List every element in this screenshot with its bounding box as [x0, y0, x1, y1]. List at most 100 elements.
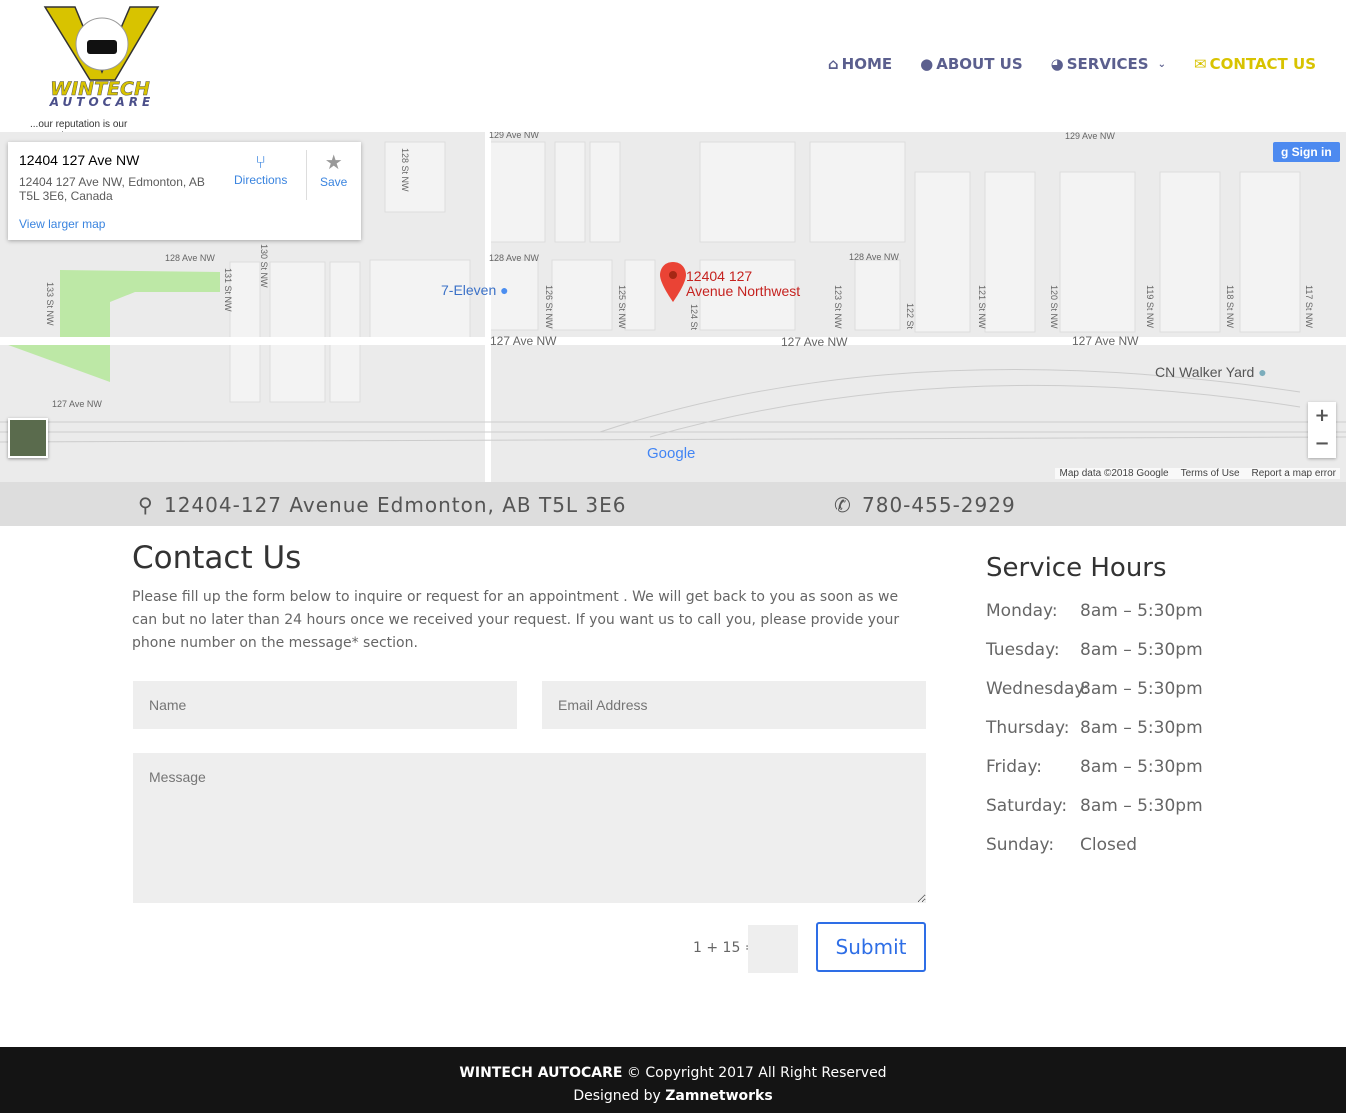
hours-day: Thursday: — [986, 718, 1070, 738]
contact-intro: Please fill up the form below to inquire… — [132, 589, 900, 651]
street-label: 128 Ave NW — [849, 252, 899, 262]
nav-home[interactable]: ⌂ HOME — [828, 55, 892, 73]
nav-label: ABOUT US — [936, 55, 1023, 73]
report-error-link[interactable]: Report a map error — [1252, 468, 1336, 479]
hours-day: Wednesday: — [986, 679, 1089, 699]
street-label-vertical: 131 St NW — [223, 268, 233, 312]
save-label: Save — [320, 175, 348, 189]
main-nav: ⌂ HOME ● ABOUT US ◕ SERVICES ⌄ ✉ CONTACT US — [828, 55, 1316, 73]
street-label: 127 Ave NW — [1072, 334, 1139, 348]
service-hours-title: Service Hours — [986, 553, 1167, 583]
directions-button[interactable]: ⑂ Directions — [234, 152, 287, 187]
zoom-in-button[interactable]: + — [1308, 402, 1336, 430]
designer-credit: Designed by Zamnetworks — [0, 1085, 1346, 1108]
street-label-vertical: 119 St NW — [1145, 285, 1155, 328]
street-label-vertical: 122 St — [905, 303, 915, 330]
street-label-vertical: 126 St NW — [544, 285, 554, 329]
hours-row: Wednesday: 8am – 5:30pm — [986, 679, 1286, 718]
designed-by-text: Designed by — [573, 1088, 666, 1104]
address-line: T5L 3E6, Canada — [19, 189, 113, 203]
logo[interactable]: WINTECH AUTOCARE ...our reputation is ou… — [30, 2, 175, 141]
captcha-input[interactable] — [748, 925, 798, 973]
designer-link[interactable]: Zamnetworks — [665, 1088, 772, 1104]
nav-about[interactable]: ● ABOUT US — [920, 55, 1023, 73]
contact-section: Contact Us Please fill up the form below… — [132, 540, 927, 973]
marker-label-line: Avenue Northwest — [686, 283, 801, 299]
copyright: WINTECH AUTOCARE © Copyright 2017 All Ri… — [0, 1062, 1346, 1085]
street-label-vertical: 128 St NW — [400, 148, 410, 192]
address-text: 12404-127 Avenue Edmonton, AB T5L 3E6 — [164, 493, 627, 517]
shopping-bag-icon: ● — [500, 282, 509, 298]
poi-label: CN Walker Yard — [1155, 364, 1255, 380]
nav-services[interactable]: ◕ SERVICES ⌄ — [1051, 55, 1166, 73]
place-title: 12404 127 Ave NW — [19, 152, 140, 168]
hours-day: Saturday: — [986, 796, 1068, 816]
directions-icon: ⑂ — [255, 152, 267, 172]
view-larger-map-link[interactable]: View larger map — [19, 217, 105, 231]
google-icon: g — [1281, 145, 1292, 159]
home-icon: ⌂ — [827, 55, 839, 73]
captcha-question: 1 + 15 = — [693, 940, 757, 956]
nav-label: HOME — [841, 55, 893, 73]
map-marker-icon[interactable] — [660, 262, 686, 306]
poi-cn-walker-yard[interactable]: CN Walker Yard ● — [1155, 364, 1267, 380]
footer-brand: WINTECH AUTOCARE — [459, 1065, 623, 1081]
place-pin-icon: ● — [1258, 364, 1267, 380]
marker-label: 12404 127 Avenue Northwest — [686, 269, 800, 299]
map-pin-icon: ⚲ — [138, 493, 154, 517]
site-footer: WINTECH AUTOCARE © Copyright 2017 All Ri… — [0, 1047, 1346, 1113]
hours-time: Closed — [1080, 835, 1138, 855]
users-icon: ● — [920, 55, 934, 73]
poi-label: 7-Eleven — [441, 282, 497, 298]
submit-button[interactable]: Submit — [816, 922, 926, 972]
street-label: 129 Ave NW — [1065, 132, 1115, 141]
site-header: WINTECH AUTOCARE ...our reputation is ou… — [0, 0, 1346, 141]
directions-label: Directions — [234, 173, 288, 187]
google-map[interactable]: 12404 127 Ave NW 12404 127 Ave NW, Edmon… — [0, 132, 1346, 482]
place-address: 12404 127 Ave NW, Edmonton, AB T5L 3E6, C… — [19, 175, 205, 203]
star-icon: ★ — [324, 152, 343, 174]
hours-row: Saturday: 8am – 5:30pm — [986, 796, 1286, 835]
nav-contact[interactable]: ✉ CONTACT US — [1194, 55, 1316, 73]
message-textarea[interactable] — [133, 753, 926, 903]
divider — [306, 150, 307, 200]
street-label: 127 Ave NW — [781, 335, 848, 349]
name-input[interactable] — [133, 681, 517, 729]
phone-text: 780-455-2929 — [862, 493, 1016, 517]
save-button[interactable]: ★ Save — [320, 150, 347, 189]
hours-row: Sunday: Closed — [986, 835, 1286, 874]
sign-in-label: Sign in — [1291, 145, 1332, 159]
sign-in-button[interactable]: g Sign in — [1273, 142, 1340, 162]
page-title: Contact Us — [132, 540, 302, 576]
svg-text:AUTOCARE: AUTOCARE — [49, 95, 154, 109]
place-card: 12404 127 Ave NW 12404 127 Ave NW, Edmon… — [8, 142, 361, 240]
hours-time: 8am – 5:30pm — [1080, 679, 1203, 699]
hours-row: Tuesday: 8am – 5:30pm — [986, 640, 1286, 679]
street-label-vertical: 133 St NW — [45, 282, 55, 326]
terms-link[interactable]: Terms of Use — [1181, 468, 1240, 479]
zoom-out-button[interactable]: − — [1308, 430, 1336, 458]
google-logo: Google — [647, 445, 696, 462]
poi-7-eleven[interactable]: 7-Eleven ● — [441, 282, 509, 298]
street-label-vertical: 120 St NW — [1049, 285, 1059, 329]
hours-day: Monday: — [986, 601, 1058, 621]
map-attribution: Map data ©2018 Google Terms of Use Repor… — [1055, 468, 1340, 479]
street-label-vertical: 118 St NW — [1225, 285, 1235, 328]
copyright-text: © Copyright 2017 All Right Reserved — [622, 1065, 887, 1081]
street-label-vertical: 124 St — [689, 304, 699, 331]
chevron-down-icon: ⌄ — [1157, 58, 1166, 70]
email-input[interactable] — [542, 681, 926, 729]
hours-row: Monday: 8am – 5:30pm — [986, 601, 1286, 640]
hours-time: 8am – 5:30pm — [1080, 757, 1203, 777]
service-hours: Service Hours Monday: 8am – 5:30pm Tuesday… — [986, 553, 1286, 874]
envelope-icon: ✉ — [1193, 55, 1207, 73]
satellite-toggle[interactable] — [8, 418, 48, 458]
attribution-text: Map data ©2018 Google — [1059, 468, 1169, 479]
street-label-vertical: 121 St NW — [977, 285, 987, 329]
street-label-vertical: 117 St NW — [1304, 285, 1314, 328]
street-label: 127 Ave NW — [490, 334, 557, 348]
hours-row: Friday: 8am – 5:30pm — [986, 757, 1286, 796]
zoom-controls: + − — [1308, 402, 1336, 458]
nav-label: CONTACT US — [1209, 55, 1316, 73]
pie-chart-icon: ◕ — [1050, 55, 1064, 73]
